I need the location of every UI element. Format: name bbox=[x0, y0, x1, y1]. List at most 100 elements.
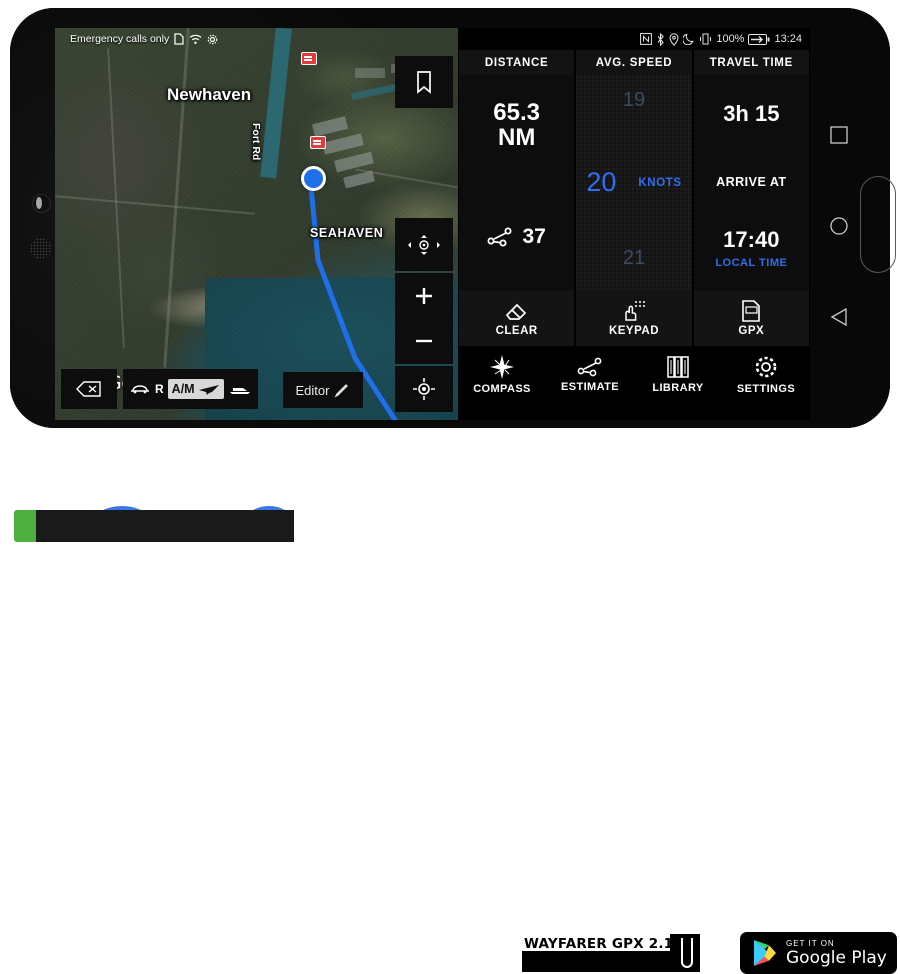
gpx-file-icon bbox=[742, 299, 761, 322]
google-play-icon bbox=[754, 940, 776, 966]
clear-button[interactable]: CLEAR bbox=[459, 290, 575, 346]
nav-estimate-label: ESTIMATE bbox=[561, 381, 619, 393]
eta-label: LOCAL TIME bbox=[715, 257, 788, 269]
speed-current-row[interactable]: 20 KNOTS bbox=[576, 167, 691, 198]
app-panel: 100% 13:24 DISTANCE AVG. SPEED TRAVEL TI… bbox=[458, 28, 810, 420]
speed-current-value: 20 bbox=[586, 167, 617, 197]
clear-label: CLEAR bbox=[495, 324, 538, 337]
waypoint-count: 37 bbox=[522, 225, 546, 248]
nav-compass-label: COMPASS bbox=[473, 383, 531, 395]
locate-me-button[interactable] bbox=[395, 366, 453, 412]
battery-charging-icon bbox=[748, 33, 770, 45]
keypad-button[interactable]: KEYPAD bbox=[576, 290, 692, 346]
nav-settings-label: SETTINGS bbox=[736, 383, 796, 395]
screenshot-root: Emergency calls only Newhaven SEAHAVEN F… bbox=[0, 0, 900, 974]
speed-unit: KNOTS bbox=[638, 176, 682, 189]
camera-icon bbox=[32, 194, 51, 213]
distance-value: 65.3 NM bbox=[459, 100, 574, 151]
map-status-bar: Emergency calls only bbox=[55, 28, 458, 50]
transport-mode-toggle[interactable]: R A/M bbox=[123, 369, 258, 409]
editor-button[interactable]: Editor bbox=[283, 372, 363, 408]
zoom-out-button[interactable] bbox=[395, 319, 453, 365]
nfc-icon bbox=[640, 33, 653, 45]
vibrate-icon bbox=[700, 33, 712, 45]
back-triangle-icon[interactable] bbox=[830, 308, 848, 326]
bookmark-button[interactable] bbox=[395, 56, 453, 108]
mode-r-label[interactable]: R bbox=[155, 382, 164, 396]
pencil-icon bbox=[335, 384, 349, 398]
eta-value: 17:40 bbox=[723, 227, 780, 252]
product-mark-icon bbox=[670, 934, 700, 972]
nav-library[interactable]: LIBRARY bbox=[634, 346, 722, 404]
gpx-button[interactable]: GPX bbox=[693, 290, 809, 346]
map-label-city: Newhaven bbox=[167, 85, 252, 104]
metric-grid: 65.3 NM 37 19 20 KNOTS 21 3h 15 ARRIVE A… bbox=[458, 75, 810, 290]
waypoint-count-row[interactable]: 37 bbox=[459, 225, 574, 249]
map-label-town: SEAHAVEN bbox=[310, 226, 384, 240]
phone-device: Emergency calls only Newhaven SEAHAVEN F… bbox=[10, 8, 896, 428]
travel-duration: 3h 15 bbox=[723, 101, 780, 126]
editor-label: Editor bbox=[295, 382, 330, 398]
route-waypoints-icon bbox=[487, 227, 512, 247]
product-name: WAYFARER GPX 2.1 bbox=[524, 936, 674, 952]
nav-library-label: LIBRARY bbox=[652, 382, 704, 394]
header-distance: DISTANCE bbox=[459, 50, 575, 75]
zoom-in-button[interactable] bbox=[395, 273, 453, 319]
speaker-grille-icon bbox=[30, 238, 51, 259]
distance-unit: NM bbox=[498, 124, 536, 152]
android-nav-buttons bbox=[822, 126, 856, 326]
compass-star-icon bbox=[490, 355, 514, 379]
do-not-disturb-moon-icon bbox=[683, 33, 694, 45]
battery-percent: 100% bbox=[716, 33, 745, 45]
gpx-label: GPX bbox=[738, 324, 765, 337]
metric-headers: DISTANCE AVG. SPEED TRAVEL TIME bbox=[458, 50, 810, 75]
sim-icon bbox=[174, 33, 184, 45]
travel-time-column[interactable]: 3h 15 ARRIVE AT 17:40 LOCAL TIME bbox=[693, 75, 809, 290]
nav-estimate[interactable]: ESTIMATE bbox=[546, 346, 634, 404]
header-travel-time: TRAVEL TIME bbox=[693, 50, 809, 75]
avg-speed-column[interactable]: 19 20 KNOTS 21 bbox=[576, 75, 692, 290]
home-circle-icon[interactable] bbox=[830, 217, 848, 235]
bluetooth-icon bbox=[657, 32, 665, 46]
plane-icon bbox=[198, 385, 219, 395]
map-view[interactable]: Emergency calls only Newhaven SEAHAVEN F… bbox=[55, 28, 458, 420]
speed-next-value[interactable]: 21 bbox=[576, 247, 691, 270]
keypad-hand-icon bbox=[625, 300, 645, 321]
google-play-badge[interactable]: GET IT ON Google Play bbox=[740, 932, 897, 974]
car-icon[interactable] bbox=[129, 383, 151, 395]
clock: 13:24 bbox=[774, 33, 802, 45]
nav-compass[interactable]: COMPASS bbox=[458, 346, 546, 404]
pan-dpad-button[interactable] bbox=[395, 218, 453, 271]
carrier-status-text: Emergency calls only bbox=[70, 33, 170, 45]
phone-screen: Emergency calls only Newhaven SEAHAVEN F… bbox=[55, 28, 810, 420]
route-waypoint-marker[interactable] bbox=[301, 166, 326, 191]
keypad-label: KEYPAD bbox=[608, 324, 660, 337]
footer: WAYFARER GPX 2.1 GET IT ON Google Play bbox=[0, 428, 900, 974]
speed-previous-value[interactable]: 19 bbox=[576, 89, 691, 112]
wifi-icon bbox=[189, 34, 202, 44]
mode-am-label: A/M bbox=[171, 382, 195, 396]
gear-icon bbox=[207, 34, 218, 44]
mode-am-selected[interactable]: A/M bbox=[167, 379, 224, 399]
redacted-brand-logo bbox=[14, 506, 294, 542]
recents-square-icon[interactable] bbox=[830, 126, 848, 144]
eraser-icon bbox=[505, 303, 526, 320]
distance-number: 65.3 bbox=[493, 99, 541, 126]
play-badge-big-text: Google Play bbox=[786, 947, 887, 968]
play-badge-small-text: GET IT ON bbox=[786, 938, 835, 948]
header-avg-speed: AVG. SPEED bbox=[576, 50, 692, 75]
zoom-controls bbox=[395, 273, 453, 364]
product-logo: WAYFARER GPX 2.1 bbox=[522, 934, 712, 972]
tool-bar: CLEAR KEYPAD GPX bbox=[458, 290, 810, 346]
delete-button[interactable] bbox=[61, 369, 117, 409]
boat-icon[interactable] bbox=[228, 383, 252, 395]
gear-icon bbox=[755, 356, 777, 378]
library-books-icon bbox=[667, 356, 689, 378]
arrive-at-label: ARRIVE AT bbox=[716, 175, 787, 189]
map-label-street: Fort Rd bbox=[250, 123, 262, 161]
route-waypoints-icon bbox=[577, 357, 602, 377]
distance-column[interactable]: 65.3 NM 37 bbox=[459, 75, 575, 290]
nav-settings[interactable]: SETTINGS bbox=[722, 346, 810, 404]
android-status-bar: 100% 13:24 bbox=[458, 28, 810, 50]
side-button-outline bbox=[860, 176, 896, 273]
